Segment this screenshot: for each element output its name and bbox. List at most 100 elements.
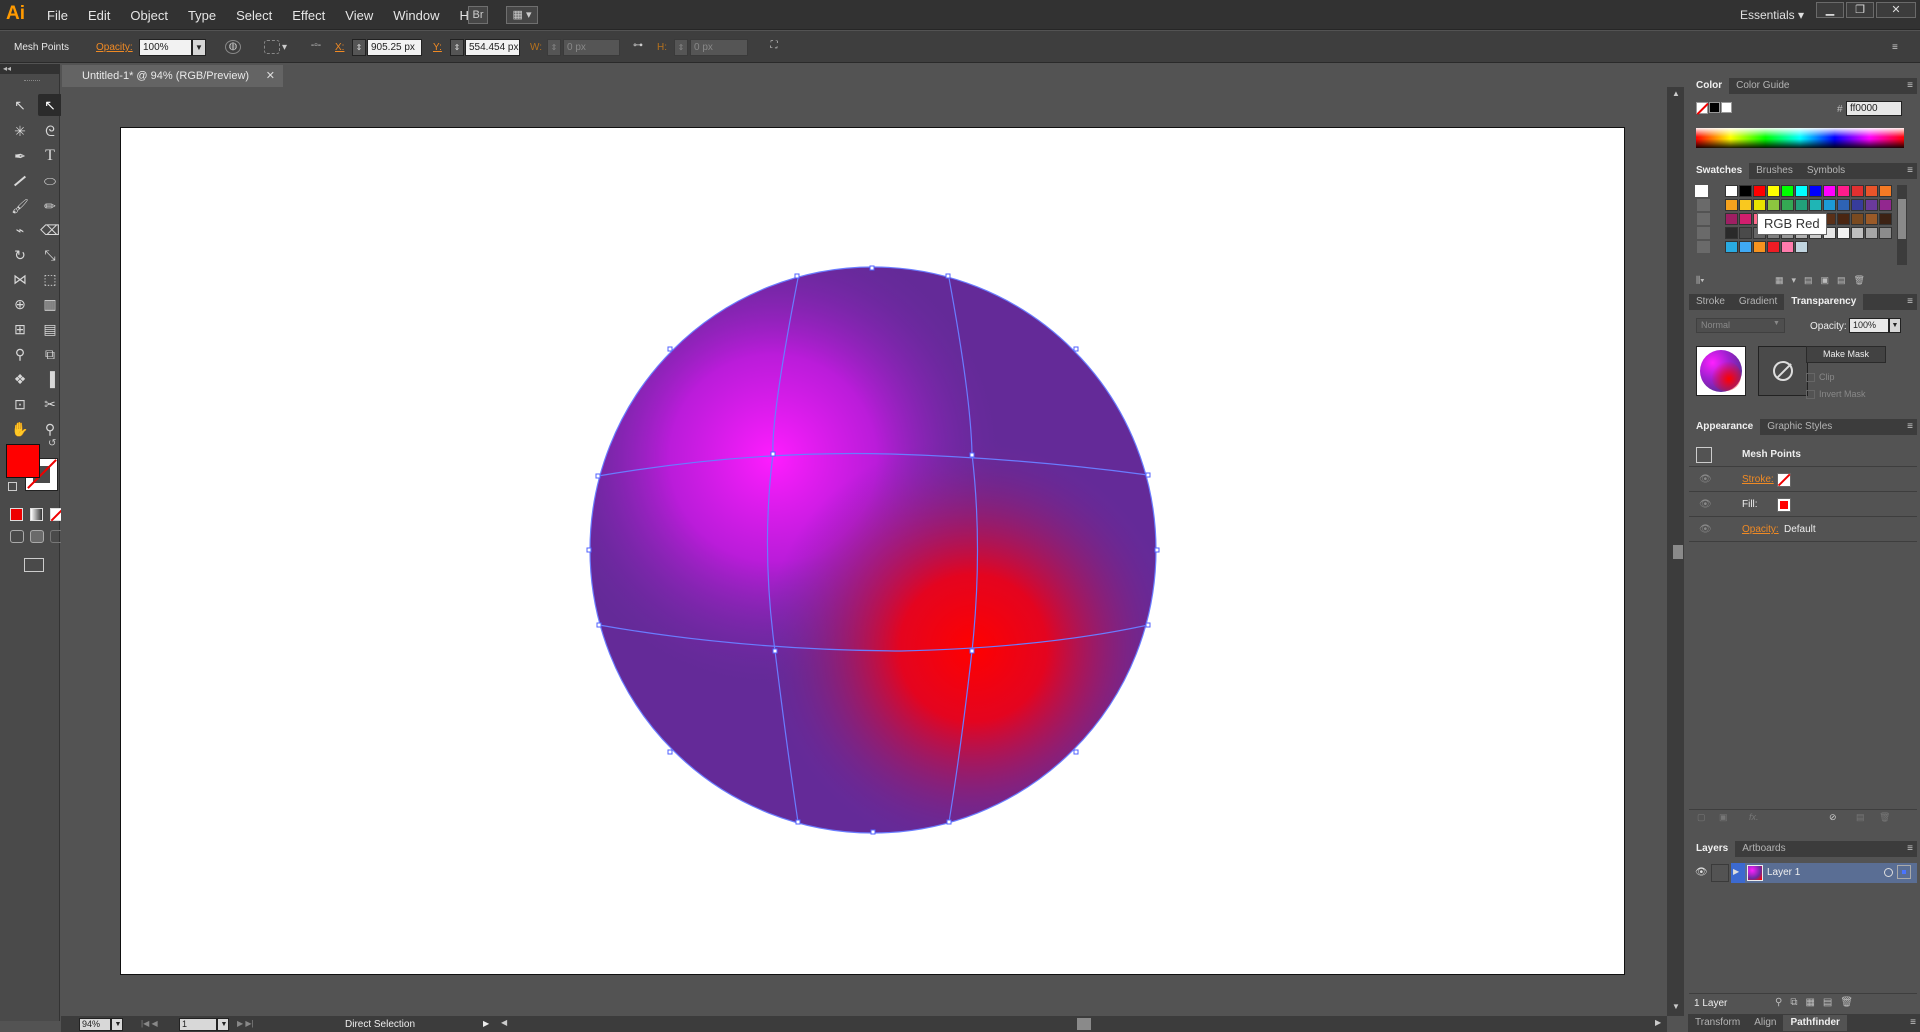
swatch[interactable] [1795,199,1808,211]
menu-edit[interactable]: Edit [88,8,110,23]
swatch[interactable] [1879,199,1892,211]
eye-icon[interactable]: 👁 [1699,474,1712,486]
artboard-tool-icon[interactable]: ⊡ [8,393,32,415]
grip-icon[interactable] [24,80,40,82]
pencil-tool-icon[interactable]: ✏ [38,195,62,217]
fill-color-swatch[interactable] [1777,498,1791,512]
white-swatch[interactable] [1721,102,1732,113]
zoom-input[interactable]: 94% [79,1018,111,1031]
minimize-button[interactable]: ▁ [1816,2,1844,18]
y-input[interactable]: 554.454 px [465,39,520,56]
none-color-icon[interactable] [1696,102,1709,115]
panel-menu-icon[interactable]: ≡ [1907,421,1913,432]
hand-tool-icon[interactable]: ✋ [8,418,32,440]
scroll-right-icon[interactable]: ▶ [1655,1018,1661,1027]
swatch[interactable] [1837,227,1850,239]
swatch[interactable] [1879,213,1892,225]
swatch[interactable] [1725,185,1738,197]
swatch[interactable] [1795,185,1808,197]
artboard-number-input[interactable]: 1 [179,1018,217,1031]
swap-fill-stroke-icon[interactable]: ↺ [48,438,56,449]
swatch[interactable] [1781,241,1794,253]
appearance-opacity-label[interactable]: Opacity: [1742,524,1779,535]
scroll-up-icon[interactable]: ▲ [1672,89,1680,98]
draw-behind-icon[interactable] [30,530,44,543]
folder-icon[interactable] [1697,213,1710,225]
swatch[interactable] [1809,199,1822,211]
square-icon[interactable]: ▢ [1697,812,1706,823]
restore-button[interactable]: ❐ [1846,2,1874,18]
column-graph-tool-icon[interactable]: ▐ [38,368,62,390]
paintbrush-tool-icon[interactable]: 🖌 [8,195,32,217]
link-icon[interactable]: ⊶ [630,40,646,54]
select-similar-icon[interactable] [264,40,280,54]
menu-effect[interactable]: Effect [292,8,325,23]
invert-mask-checkbox[interactable] [1806,390,1815,399]
swatch[interactable] [1865,213,1878,225]
x-stepper[interactable]: ⇕ [352,39,366,56]
slice-tool-icon[interactable]: ✂ [38,393,62,415]
menu-file[interactable]: File [47,8,68,23]
panel-menu-icon[interactable]: ≡ [1910,1017,1916,1028]
folder-icon[interactable] [1697,241,1710,253]
tab-pathfinder[interactable]: Pathfinder [1783,1015,1847,1031]
mask-thumbnail[interactable] [1758,346,1808,396]
eye-icon[interactable]: 👁 [1699,524,1712,536]
swatch[interactable] [1837,213,1850,225]
stroke-none-swatch[interactable] [1777,473,1791,487]
transparency-opacity-input[interactable]: 100% [1849,318,1889,333]
swatch[interactable] [1837,199,1850,211]
transparency-opacity-dropdown[interactable]: ▼ [1889,318,1901,333]
target-icon[interactable] [1884,868,1893,877]
menu-type[interactable]: Type [188,8,216,23]
no-icon[interactable]: ⊘ [1829,812,1837,823]
transform-icon[interactable]: ⛶ [766,40,782,54]
control-bar-menu-icon[interactable]: ≡ [1892,42,1898,53]
opacity-input[interactable]: 100% [139,39,192,56]
menu-window[interactable]: Window [393,8,439,23]
duplicate-icon[interactable]: ▤ [1856,812,1865,823]
line-tool-icon[interactable] [8,170,32,192]
horizontal-scroll-thumb[interactable] [1077,1018,1091,1030]
stroke-label[interactable]: Stroke: [1742,474,1774,485]
tab-gradient[interactable]: Gradient [1732,294,1784,310]
swatch[interactable] [1739,213,1752,225]
pen-tool-icon[interactable]: ✒ [8,145,32,167]
swatch[interactable] [1753,185,1766,197]
gradient-mode-icon[interactable] [30,508,43,521]
current-tool-status[interactable]: Direct Selection [345,1019,415,1030]
swatch[interactable] [1739,227,1752,239]
tab-graphic-styles[interactable]: Graphic Styles [1760,419,1839,435]
make-mask-button[interactable]: Make Mask [1806,346,1886,363]
panel-menu-icon[interactable]: ≡ [1907,165,1913,176]
reference-point-icon[interactable]: -▫- [308,40,324,54]
close-button[interactable]: ✕ [1876,2,1916,18]
swatch[interactable] [1753,241,1766,253]
swatch[interactable] [1879,227,1892,239]
artboard-dropdown[interactable]: ▼ [217,1018,229,1031]
swatch-footer-icons[interactable]: ▦▾▤▣▤🗑 [1775,275,1873,286]
bridge-button[interactable]: Br [468,6,488,24]
shape-builder-tool-icon[interactable]: ⊕ [8,293,32,315]
layer-row[interactable]: 👁 ▶ Layer 1 [1689,863,1917,883]
object-thumbnail[interactable] [1696,346,1746,396]
tab-transparency[interactable]: Transparency [1784,294,1864,310]
rotate-tool-icon[interactable]: ↻ [8,244,32,266]
swatch[interactable] [1809,185,1822,197]
color-spectrum[interactable] [1696,128,1904,148]
swatch[interactable] [1781,185,1794,197]
lock-toggle[interactable] [1711,864,1729,882]
menu-select[interactable]: Select [236,8,272,23]
tab-layers[interactable]: Layers [1689,841,1736,857]
workspace-switcher[interactable]: Essentials ▾ [1740,8,1804,22]
swatches-scrollbar[interactable] [1897,185,1907,265]
tab-appearance[interactable]: Appearance [1689,419,1761,435]
chevron-down-icon[interactable]: ▾ [282,42,287,53]
swatch[interactable] [1823,185,1836,197]
screen-mode-icon[interactable] [24,558,44,572]
perspective-grid-tool-icon[interactable]: ▥ [38,293,62,315]
panel-menu-icon[interactable]: ≡ [1907,843,1913,854]
recolor-icon[interactable]: ◍ [225,40,241,54]
first-artboard-icon[interactable]: |◀ ◀ [141,1019,158,1028]
swatch[interactable] [1823,199,1836,211]
